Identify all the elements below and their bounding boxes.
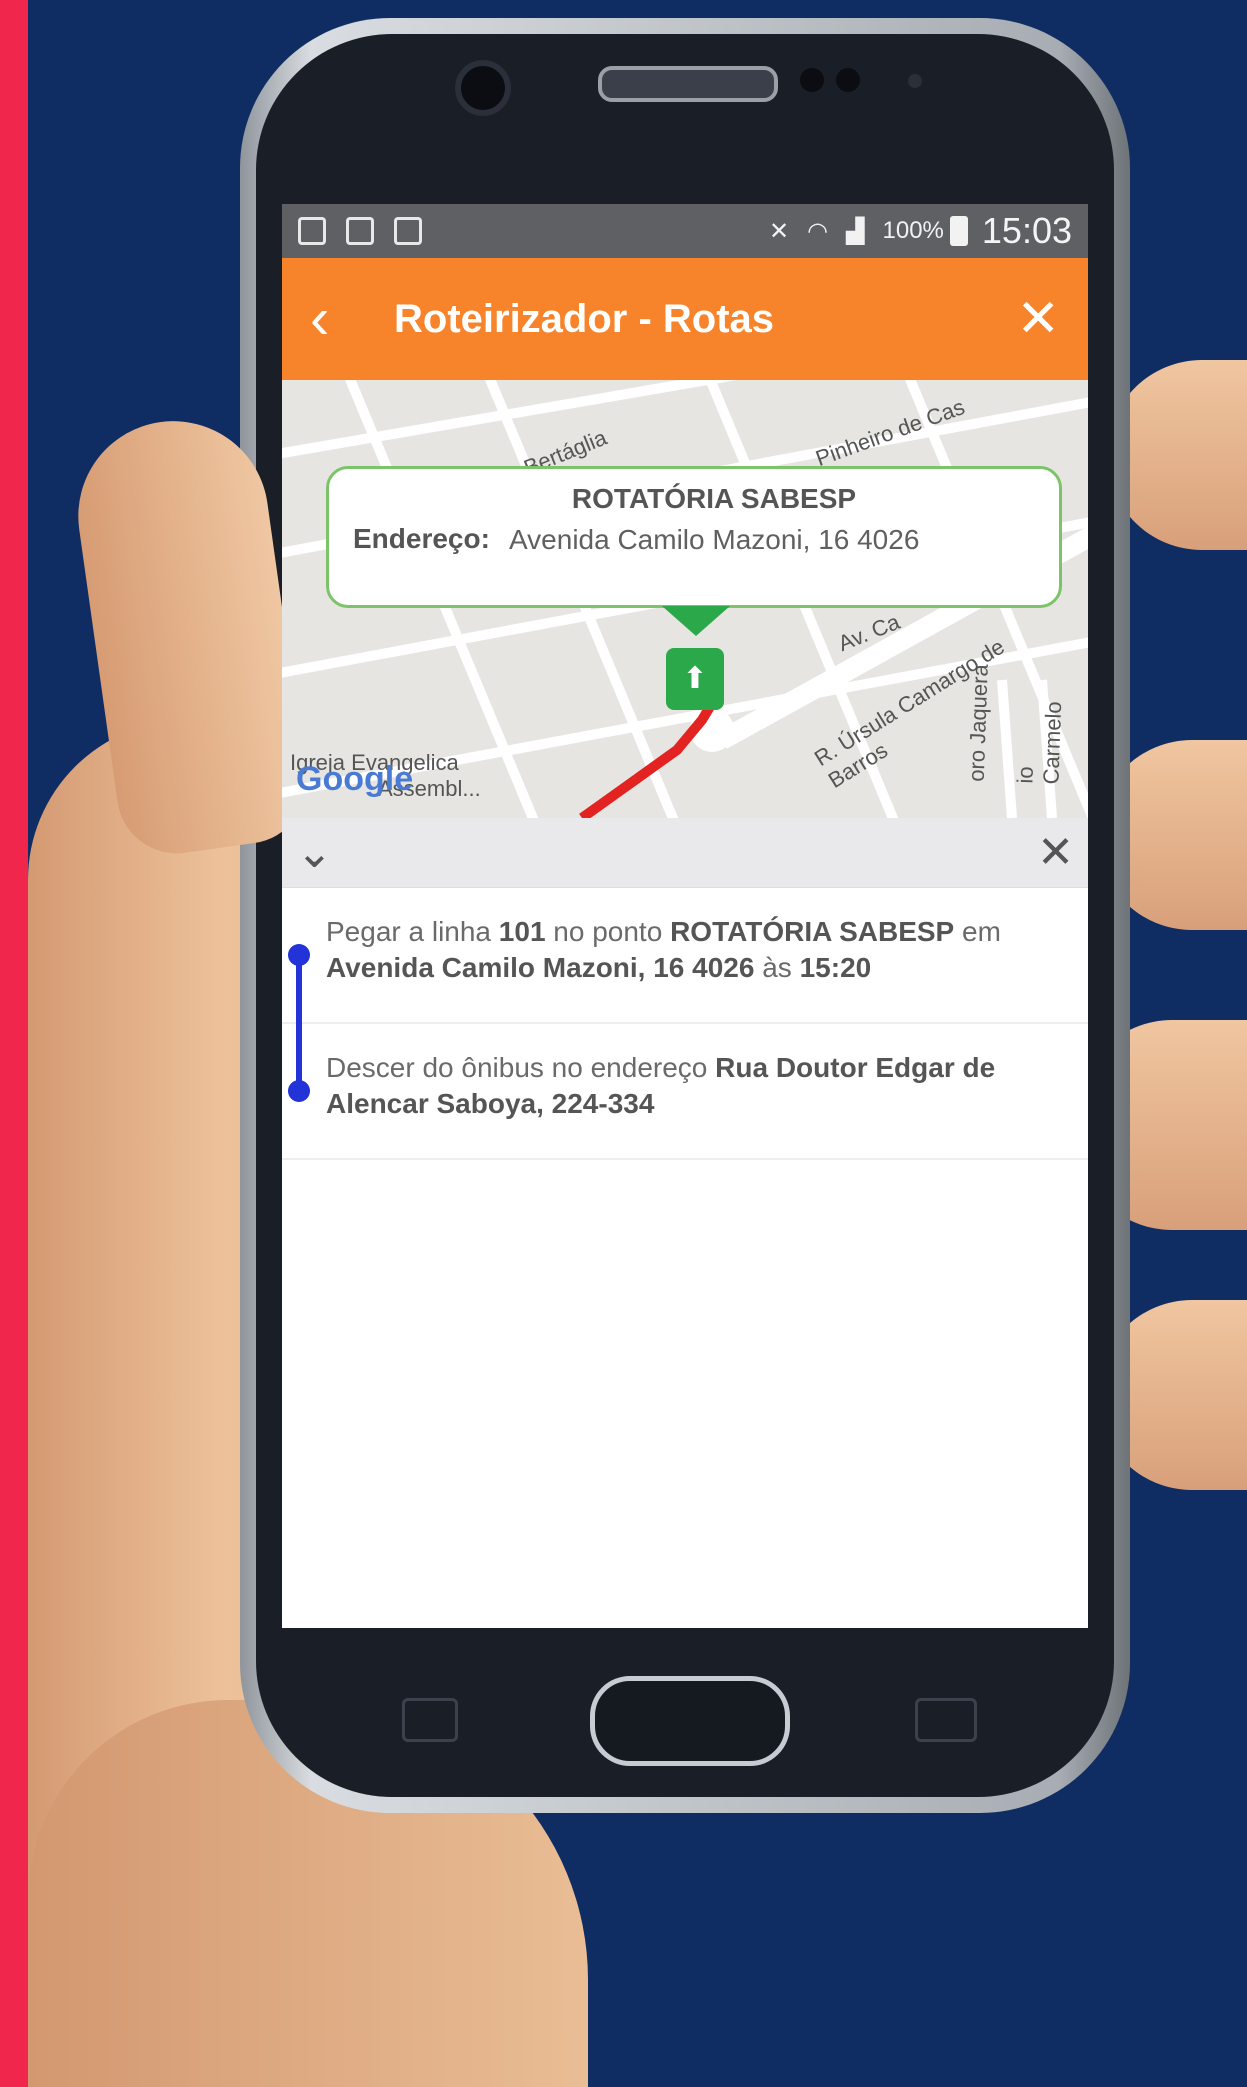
phone-screen: ✕ ◠ ▟ 100% 15:03 ‹ Roteirizador - Rotas … — [282, 204, 1088, 1628]
close-icon[interactable]: ✕ — [1037, 830, 1074, 875]
recent-apps-key[interactable] — [915, 1698, 977, 1742]
signal-icon: ▟ — [846, 217, 865, 245]
route-steps: Pegar a linha 101 no ponto ROTATÓRIA SAB… — [282, 888, 1088, 1160]
timeline-dot — [288, 944, 310, 966]
departure-time: 15:20 — [799, 952, 872, 983]
step-text: Pegar a linha — [326, 916, 499, 947]
earpiece-speaker — [598, 66, 778, 102]
close-icon[interactable]: ✕ — [1016, 293, 1060, 345]
google-logo: Google — [296, 760, 414, 798]
bag-notification-icon — [394, 217, 422, 245]
route-step[interactable]: Descer do ônibus no endereço Rua Doutor … — [282, 1024, 1088, 1160]
step-text: no ponto — [545, 916, 671, 947]
stop-name: ROTATÓRIA SABESP — [571, 483, 857, 514]
page-title: Roteirizador - Rotas — [394, 296, 775, 341]
step-text: às — [754, 952, 800, 983]
address-label: Endereço: — [353, 523, 490, 554]
sensor — [800, 68, 824, 92]
step-address: Avenida Camilo Mazoni, 16 4026 — [326, 952, 755, 983]
sensor — [836, 68, 860, 92]
bus-stop-marker-icon[interactable]: ⬆ — [666, 648, 724, 710]
step-text: em — [954, 916, 1001, 947]
home-button[interactable] — [590, 1676, 790, 1766]
gallery-notification-icon — [298, 217, 326, 245]
street-label: oro Jaquera — [963, 663, 993, 783]
stop-address: Avenida Camilo Mazoni, 16 4026 — [509, 524, 920, 555]
route-step[interactable]: Pegar a linha 101 no ponto ROTATÓRIA SAB… — [282, 888, 1088, 1024]
sensor — [908, 74, 922, 88]
document-notification-icon — [346, 217, 374, 245]
status-bar: ✕ ◠ ▟ 100% 15:03 — [282, 204, 1088, 258]
battery-icon — [949, 216, 968, 246]
wifi-icon: ◠ — [807, 217, 829, 245]
card-pointer — [662, 606, 730, 636]
app-bar: ‹ Roteirizador - Rotas ✕ — [282, 258, 1088, 380]
stop-name: ROTATÓRIA SABESP — [670, 916, 955, 947]
battery-percent: 100% — [882, 217, 944, 244]
chevron-left-icon[interactable]: ‹ — [310, 290, 370, 348]
directions-panel-header: ⌄ ✕ — [282, 818, 1088, 888]
red-side-strip — [0, 0, 28, 2087]
mute-icon: ✕ — [768, 217, 790, 245]
front-camera — [455, 60, 511, 116]
back-key[interactable] — [402, 1698, 458, 1742]
timeline-dot — [288, 1080, 310, 1102]
street-label: io Carmelo — [1012, 700, 1067, 785]
clock: 15:03 — [981, 210, 1072, 251]
bus-line-number: 101 — [498, 916, 546, 947]
step-text: Descer do ônibus no endereço — [326, 1052, 716, 1083]
chevron-down-icon[interactable]: ⌄ — [296, 830, 333, 875]
stop-info-card[interactable]: ROTATÓRIA SABESP Endereço: Avenida Camil… — [326, 466, 1062, 608]
route-map[interactable]: Bertáglia Pinheiro de Cas Av. Ca R. Úrsu… — [282, 380, 1088, 818]
